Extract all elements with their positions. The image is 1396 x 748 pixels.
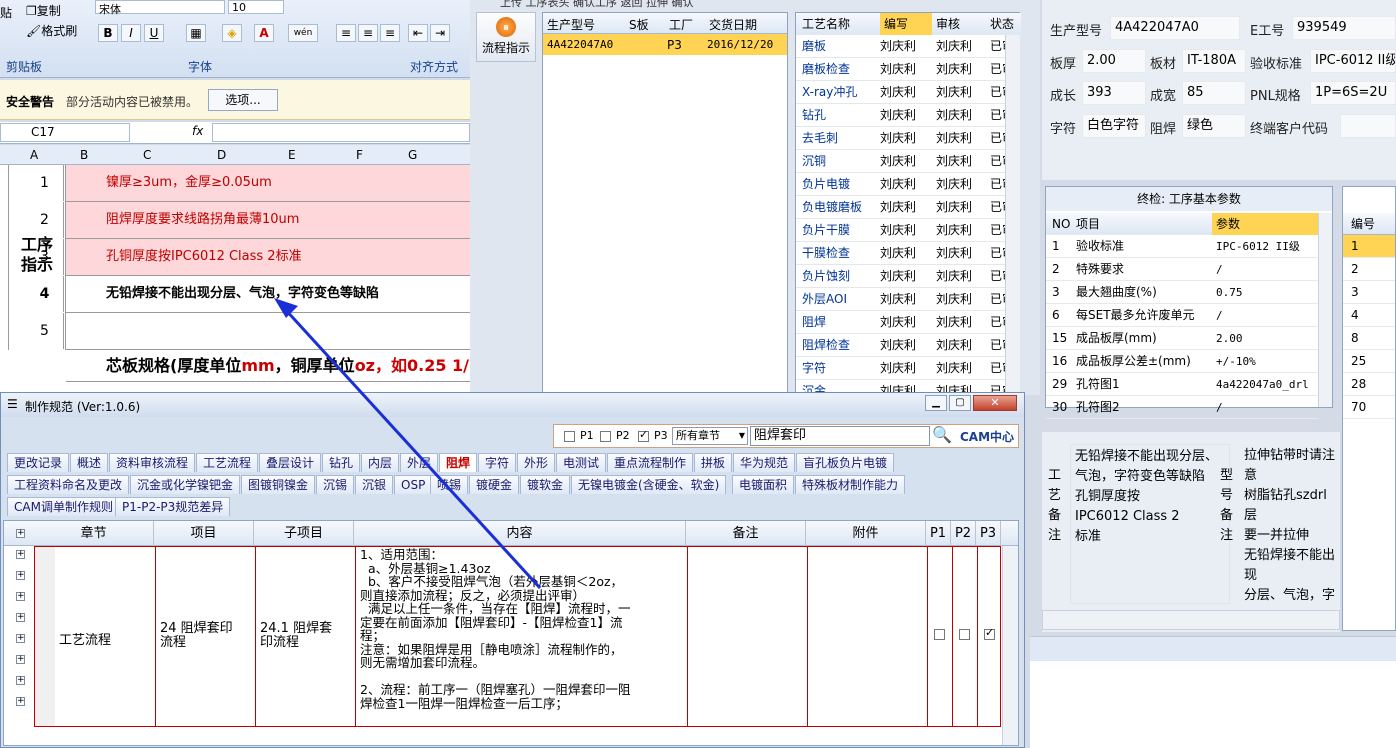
arrow-head — [274, 298, 298, 318]
annotation-arrow — [274, 298, 542, 590]
arrow-line — [282, 306, 542, 590]
